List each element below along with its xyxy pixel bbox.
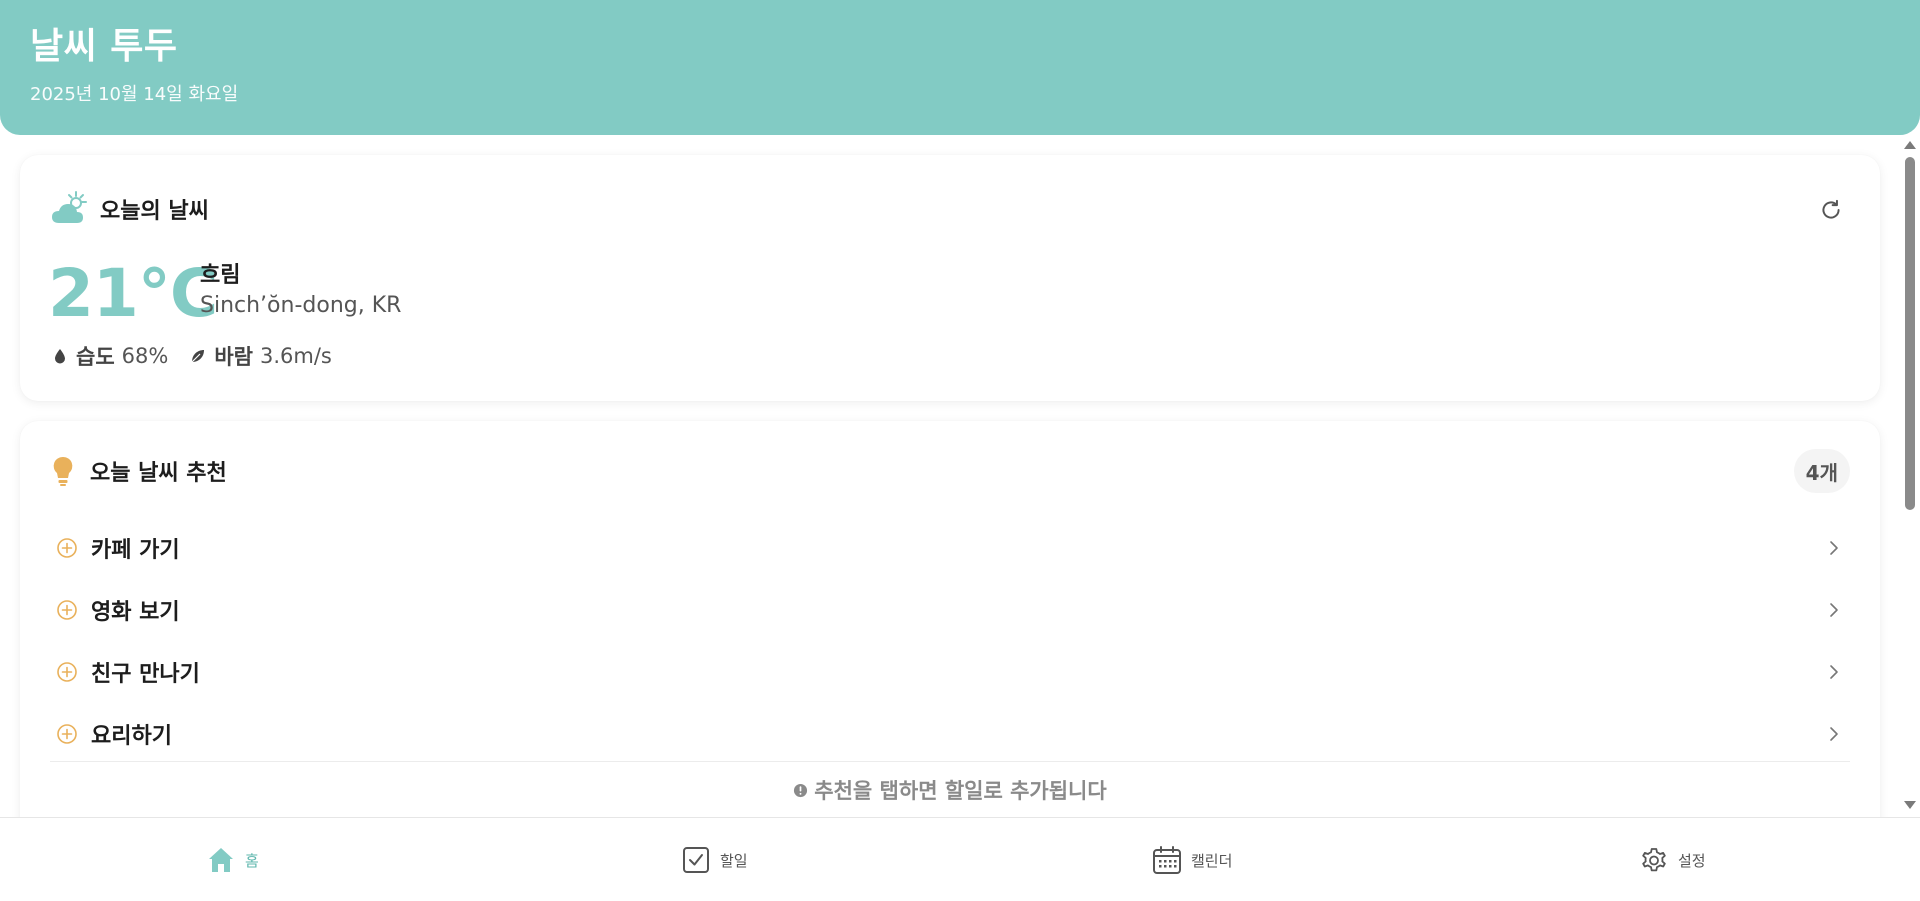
weather-card-title: 오늘의 날씨 bbox=[100, 199, 209, 224]
weather-location: Sinch’ŏn-dong, KR bbox=[200, 293, 402, 318]
wind-stat: 바람 3.6m/s bbox=[190, 341, 332, 371]
add-circle-icon bbox=[57, 662, 77, 682]
wind-label: 바람 bbox=[214, 345, 253, 369]
nav-calendar-label: 캘린더 bbox=[1191, 851, 1233, 870]
divider bbox=[50, 761, 1850, 762]
nav-home-label: 홈 bbox=[245, 851, 259, 870]
recommendation-label: 친구 만나기 bbox=[91, 662, 200, 687]
recommendation-item[interactable]: 요리하기 bbox=[50, 703, 1850, 765]
scroll-down-arrow-icon[interactable] bbox=[1904, 801, 1916, 809]
app-header: 날씨 투두 2025년 10월 14일 화요일 bbox=[0, 0, 1920, 135]
calendar-icon bbox=[1153, 846, 1181, 874]
recommendations-list: 카페 가기 영화 보기 친구 만나기 요리하기 bbox=[50, 517, 1850, 765]
chevron-right-icon bbox=[1830, 603, 1838, 617]
lightbulb-icon bbox=[53, 456, 73, 486]
hint-text: 추천을 탭하면 할일로 추가됩니다 bbox=[814, 779, 1107, 803]
home-icon bbox=[209, 848, 233, 872]
nav-settings[interactable]: 설정 bbox=[1638, 844, 1706, 876]
recommendation-label: 영화 보기 bbox=[91, 600, 180, 625]
recommendations-count-badge: 4개 bbox=[1793, 449, 1850, 493]
add-circle-icon bbox=[57, 724, 77, 744]
nav-settings-label: 설정 bbox=[1678, 851, 1706, 870]
add-circle-icon bbox=[57, 538, 77, 558]
weather-card-header: 오늘의 날씨 bbox=[50, 189, 209, 229]
nav-home[interactable]: 홈 bbox=[205, 844, 259, 876]
app-title: 날씨 투두 bbox=[30, 26, 178, 67]
chevron-right-icon bbox=[1830, 727, 1838, 741]
recommendation-item[interactable]: 카페 가기 bbox=[50, 517, 1850, 579]
weather-card: 오늘의 날씨 21°C 흐림 Sinch’ŏn-dong, KR 습도 68% bbox=[20, 155, 1880, 401]
scrollbar-thumb[interactable] bbox=[1905, 157, 1915, 510]
app-root: 날씨 투두 2025년 10월 14일 화요일 오늘의 날씨 21°C 흐림 S… bbox=[0, 0, 1920, 901]
bottom-nav: 홈 할일 캘린더 설정 bbox=[0, 817, 1920, 901]
chevron-right-icon bbox=[1830, 541, 1838, 555]
chevron-right-icon bbox=[1830, 665, 1838, 679]
humidity-label: 습도 bbox=[76, 345, 115, 369]
humidity-stat: 습도 68% bbox=[52, 341, 168, 371]
scrollbar[interactable] bbox=[1900, 135, 1920, 817]
recommendations-header: 오늘 날씨 추천 bbox=[50, 455, 227, 487]
nav-todo-label: 할일 bbox=[720, 851, 748, 870]
leaf-icon bbox=[191, 350, 205, 363]
weather-condition: 흐림 bbox=[200, 263, 241, 288]
temperature: 21°C bbox=[48, 255, 218, 332]
humidity-value: 68% bbox=[121, 344, 169, 368]
main-content: 오늘의 날씨 21°C 흐림 Sinch’ŏn-dong, KR 습도 68% bbox=[0, 135, 1920, 817]
weather-stats: 습도 68% 바람 3.6m/s bbox=[52, 341, 354, 371]
partly-cloudy-icon bbox=[52, 191, 87, 223]
recommendations-hint: 추천을 탭하면 할일로 추가됩니다 bbox=[20, 775, 1880, 805]
recommendation-label: 요리하기 bbox=[91, 724, 172, 749]
recommendation-item[interactable]: 친구 만나기 bbox=[50, 641, 1850, 703]
gear-icon bbox=[1642, 848, 1666, 872]
recommendations-card: 오늘 날씨 추천 4개 카페 가기 영화 보기 친구 만나기 요리하기 추천을 … bbox=[20, 421, 1880, 817]
recommendation-label: 카페 가기 bbox=[91, 538, 180, 563]
scroll-up-arrow-icon[interactable] bbox=[1904, 141, 1916, 149]
recommendations-title: 오늘 날씨 추천 bbox=[90, 461, 227, 486]
checkbox-icon bbox=[683, 847, 709, 873]
nav-todo[interactable]: 할일 bbox=[680, 844, 748, 876]
nav-calendar[interactable]: 캘린더 bbox=[1151, 844, 1232, 876]
current-date: 2025년 10월 14일 화요일 bbox=[30, 84, 239, 105]
add-circle-icon bbox=[57, 600, 77, 620]
recommendation-item[interactable]: 영화 보기 bbox=[50, 579, 1850, 641]
wind-value: 3.6m/s bbox=[259, 344, 332, 368]
info-icon bbox=[794, 783, 808, 797]
droplet-icon bbox=[55, 349, 65, 364]
refresh-icon[interactable] bbox=[1818, 197, 1844, 223]
